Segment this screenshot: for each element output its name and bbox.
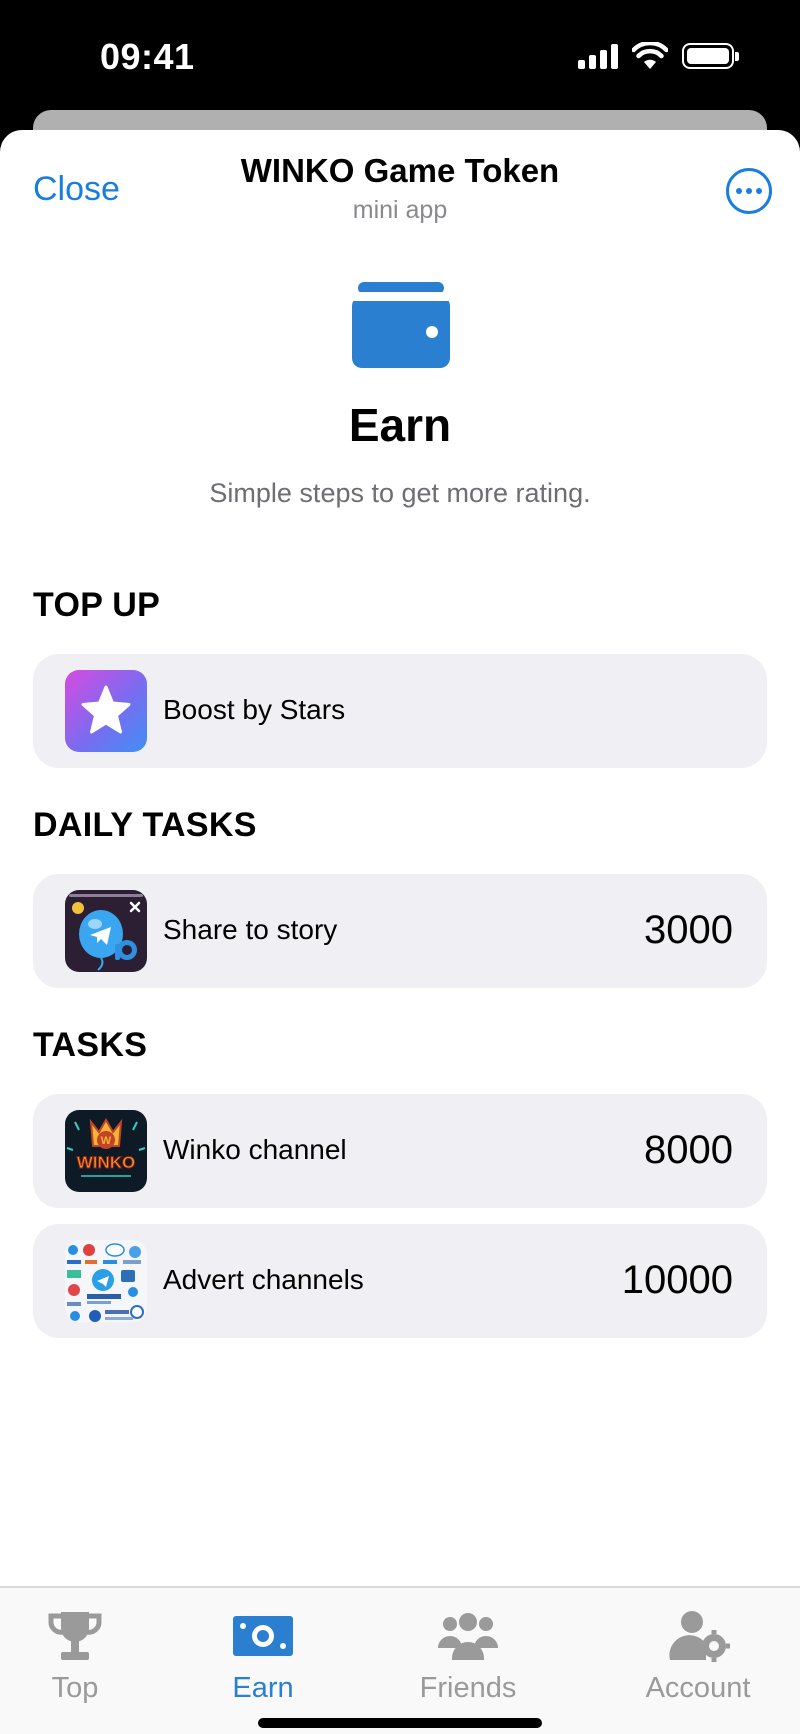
winko-logo: W WINKO xyxy=(65,1110,147,1192)
wallet-icon xyxy=(352,282,450,368)
section-tasks-label: TASKS xyxy=(33,1026,148,1064)
boost-by-stars-label: Boost by Stars xyxy=(163,694,346,725)
story-icon xyxy=(65,890,147,972)
bottom-nav: Top Earn Friends Account xyxy=(0,1586,800,1734)
trophy-icon xyxy=(48,1612,102,1660)
tab-account-label: Account xyxy=(645,1672,751,1704)
share-to-story-card[interactable]: Share to story 3000 xyxy=(33,874,767,988)
advert-channels-reward: 10000 xyxy=(621,1258,733,1302)
cellular-signal-icon xyxy=(578,43,618,69)
tab-account[interactable]: Account xyxy=(618,1608,778,1705)
winko-channel-reward: 8000 xyxy=(644,1128,733,1172)
svg-text:WINKO: WINKO xyxy=(77,1153,136,1172)
winko-channel-card[interactable]: W WINKO Winko channel 8000 xyxy=(33,1094,767,1208)
section-daily-tasks-label: DAILY TASKS xyxy=(33,806,257,844)
tab-earn[interactable]: Earn xyxy=(183,1608,343,1705)
user-gear-icon xyxy=(669,1611,730,1662)
advert-channels-label: Advert channels xyxy=(163,1264,364,1295)
tab-top[interactable]: Top xyxy=(0,1608,155,1705)
earn-subtitle: Simple steps to get more rating. xyxy=(209,478,591,508)
boost-by-stars-card[interactable]: Boost by Stars xyxy=(33,654,767,768)
star-icon xyxy=(65,670,147,752)
users-icon xyxy=(438,1613,498,1660)
status-bar: 09:41 xyxy=(0,0,800,110)
winko-channel-label: Winko channel xyxy=(163,1134,347,1165)
battery-icon xyxy=(682,43,739,69)
more-options-button[interactable] xyxy=(726,168,772,214)
wifi-icon xyxy=(632,42,668,69)
tab-top-label: Top xyxy=(51,1672,99,1704)
tab-earn-label: Earn xyxy=(232,1672,294,1704)
tab-friends-label: Friends xyxy=(419,1672,517,1704)
more-dots-icon xyxy=(736,188,742,194)
tab-friends[interactable]: Friends xyxy=(388,1608,548,1705)
advert-channels-card[interactable]: Advert channels 10000 xyxy=(33,1224,767,1338)
app-title: WINKO Game Token xyxy=(240,152,560,189)
earn-title: Earn xyxy=(348,399,452,451)
app-subtitle: mini app xyxy=(352,196,448,224)
section-top-up-label: TOP UP xyxy=(33,586,161,624)
mini-app-sheet: Close WINKO Game Token mini app Earn Sim… xyxy=(0,130,800,1734)
svg-text:W: W xyxy=(101,1135,112,1147)
home-indicator[interactable] xyxy=(258,1718,542,1728)
money-icon xyxy=(233,1616,293,1656)
channels-collage xyxy=(65,1240,147,1322)
share-to-story-label: Share to story xyxy=(163,914,338,945)
status-icons xyxy=(578,42,739,70)
status-time: 09:41 xyxy=(100,36,195,77)
share-to-story-reward: 3000 xyxy=(644,908,733,952)
